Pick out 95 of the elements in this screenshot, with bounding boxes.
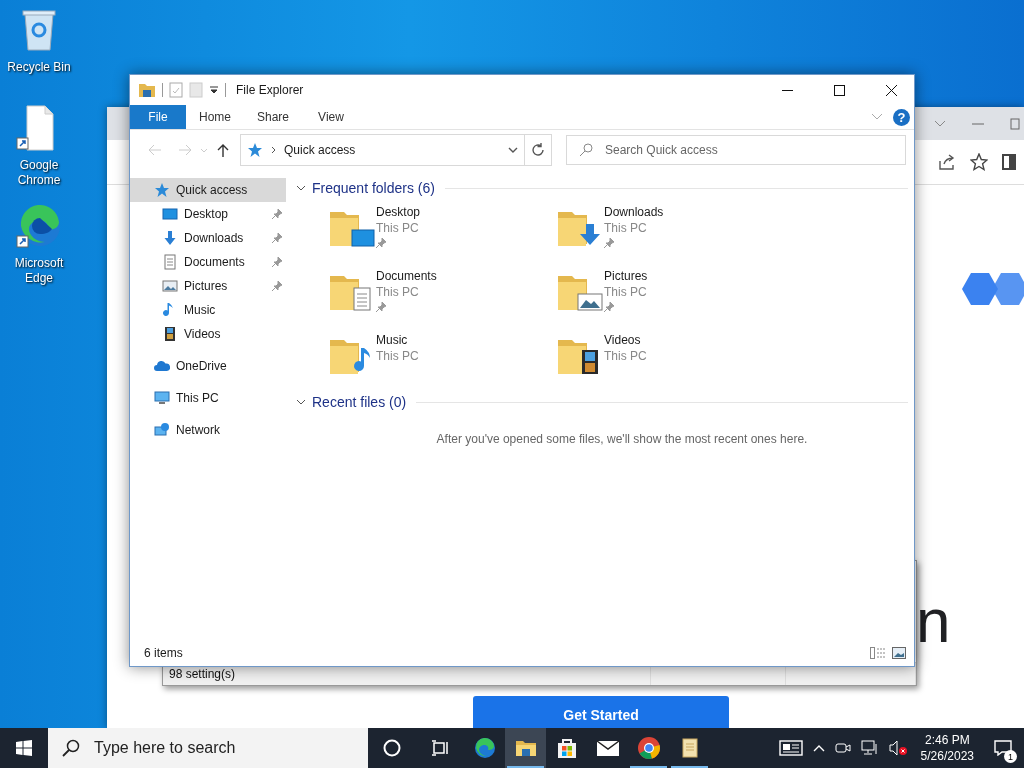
back-arrow-icon <box>148 144 162 156</box>
chevron-down-icon <box>934 119 946 128</box>
folder-location: This PC <box>376 220 420 236</box>
nav-item[interactable]: Pictures <box>130 274 286 298</box>
up-arrow-icon <box>217 143 229 157</box>
sidebar-icon <box>1002 154 1016 170</box>
camera-icon <box>834 741 851 755</box>
forward-arrow-icon <box>178 144 192 156</box>
date-text: 5/26/2023 <box>920 748 974 764</box>
nav-item[interactable]: Music <box>130 298 286 322</box>
chevron-down-icon <box>508 147 518 153</box>
section-header[interactable]: Recent files (0) <box>312 394 407 410</box>
desktop-icon-label[interactable]: Google Chrome <box>0 158 78 188</box>
taskbar-app-button[interactable] <box>505 728 546 768</box>
minimize-icon <box>972 122 984 125</box>
close-icon <box>885 84 897 96</box>
chevron-right-icon <box>271 146 276 154</box>
nav-item[interactable]: Network <box>130 418 286 442</box>
search-field[interactable]: Search Quick access <box>603 142 905 158</box>
dropdown-icon <box>209 86 219 94</box>
notification-count: 1 <box>1004 750 1017 763</box>
picture-icon <box>162 278 178 294</box>
minimize-icon <box>781 89 793 91</box>
chevron-up-icon <box>812 744 825 752</box>
down-arrow-icon <box>162 230 178 246</box>
star-icon <box>247 142 263 158</box>
folder-name[interactable]: Music <box>376 332 419 348</box>
nav-item[interactable]: This PC <box>130 386 286 410</box>
search-icon <box>62 739 80 757</box>
help-button[interactable]: ? <box>893 108 910 126</box>
nav-item[interactable]: Downloads <box>130 226 286 250</box>
film-icon <box>162 326 178 342</box>
folder-location: This PC <box>376 348 419 364</box>
nav-item[interactable]: Desktop <box>130 202 286 226</box>
folder-location: This PC <box>604 220 648 236</box>
maximize-icon <box>833 84 845 96</box>
windows-logo-icon <box>16 740 32 756</box>
search-box[interactable]: Search Quick access <box>566 135 906 165</box>
folder-name[interactable]: Pictures <box>604 268 648 284</box>
nav-item[interactable]: Quick access <box>130 178 286 202</box>
folder-name[interactable]: Videos <box>604 332 647 348</box>
star-icon <box>970 153 988 171</box>
computer-icon <box>154 390 170 406</box>
nav-item[interactable]: Videos <box>130 322 286 346</box>
status-text: 6 items <box>144 646 184 660</box>
circle-icon <box>383 739 401 757</box>
large-icons-view-icon <box>892 647 906 659</box>
folder-name[interactable]: Documents <box>376 268 437 284</box>
section-header[interactable]: Frequent folders (6) <box>312 180 435 196</box>
search-icon <box>579 143 593 157</box>
properties-icon <box>169 82 183 98</box>
news-icon <box>778 740 803 756</box>
chat-bubble-icon <box>994 740 1012 756</box>
heading-text: n <box>916 590 951 652</box>
share-icon <box>938 153 956 171</box>
empty-message: After you've opened some files, we'll show the most recent ones here. <box>436 432 808 446</box>
taskbar-search-field[interactable]: Type here to search <box>92 738 368 758</box>
time-text: 2:46 PM <box>924 732 970 748</box>
logo-icon <box>962 272 1024 306</box>
folder-icon <box>138 82 156 98</box>
muted-speaker-icon <box>888 740 907 756</box>
monitor-icon <box>162 206 178 222</box>
chrome-logo-icon <box>636 736 661 760</box>
network-icon <box>860 740 879 756</box>
folder-location: This PC <box>604 348 647 364</box>
edge-logo-icon <box>15 202 63 250</box>
desktop-icon-label[interactable]: Recycle Bin <box>7 60 71 75</box>
task-view-icon <box>431 740 449 756</box>
folder-location: This PC <box>604 284 648 300</box>
desktop-icon-label[interactable]: Microsoft Edge <box>0 256 78 286</box>
ribbon-tab[interactable]: Share <box>244 105 302 129</box>
refresh-icon <box>531 143 545 157</box>
star-icon <box>154 182 170 198</box>
ribbon-tab[interactable]: View <box>302 105 360 129</box>
get-started-button[interactable]: Get Started <box>473 696 729 728</box>
chevron-down-icon <box>871 113 883 121</box>
nav-item[interactable]: Documents <box>130 250 286 274</box>
folder-location: This PC <box>376 284 420 300</box>
edge-logo-icon <box>472 736 497 760</box>
notifications-button[interactable]: 1 <box>988 728 1018 768</box>
folder-name[interactable]: Downloads <box>604 204 664 220</box>
details-view-icon <box>870 647 886 659</box>
ribbon-tab[interactable]: File <box>130 105 186 129</box>
clock[interactable]: 2:46 PM 5/26/2023 <box>916 732 978 764</box>
taskbar-search-box[interactable]: Type here to search <box>48 728 368 768</box>
maximize-icon <box>1010 117 1020 130</box>
document-icon <box>162 254 178 270</box>
cloud-icon <box>154 358 170 374</box>
chevron-down-icon <box>200 147 208 153</box>
ribbon-tab[interactable]: Home <box>186 105 244 129</box>
folder-name[interactable]: Desktop <box>376 204 421 220</box>
nav-item[interactable]: OneDrive <box>130 354 286 378</box>
window-title: File Explorer <box>236 83 305 97</box>
network-icon <box>154 422 170 438</box>
new-folder-icon <box>189 82 203 98</box>
